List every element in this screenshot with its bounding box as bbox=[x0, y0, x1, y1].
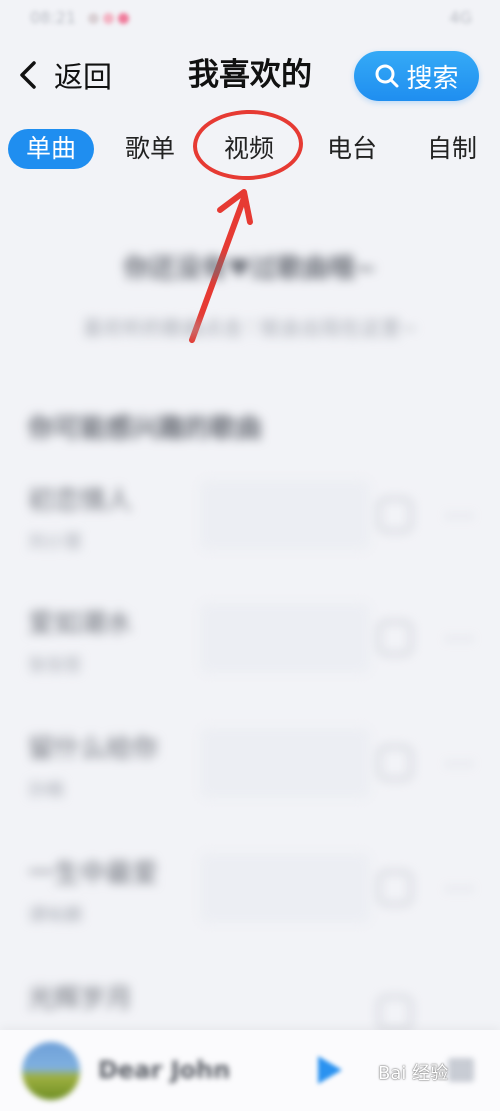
search-icon bbox=[375, 64, 399, 88]
tab-self-made[interactable]: 自制 bbox=[427, 129, 477, 169]
song-title: 初恋情人 bbox=[28, 486, 133, 516]
notification-dot-icon bbox=[103, 13, 114, 24]
watermark: Bai 经验 bbox=[378, 1052, 493, 1092]
more-icon[interactable]: ··· bbox=[445, 625, 476, 655]
song-title: 留什么给你 bbox=[28, 734, 159, 764]
song-thumbnail bbox=[200, 728, 370, 798]
search-label: 搜索 bbox=[406, 63, 459, 94]
song-thumbnail bbox=[200, 603, 370, 673]
empty-state-title: 你还没有♥过歌曲哦~ bbox=[123, 254, 377, 284]
song-artist: 张信哲 bbox=[28, 655, 82, 676]
song-title: 光辉岁月 bbox=[28, 984, 133, 1014]
add-icon[interactable] bbox=[378, 746, 412, 780]
more-icon[interactable]: ··· bbox=[445, 750, 476, 780]
search-button[interactable]: 搜索 bbox=[354, 51, 479, 101]
song-thumbnail bbox=[200, 480, 370, 550]
notification-dot-icon bbox=[118, 13, 129, 24]
song-artist: 刘小慧 bbox=[28, 532, 82, 553]
song-artist: 孙楠 bbox=[28, 780, 64, 801]
recommend-section-title: 你可能感兴趣的歌曲 bbox=[28, 414, 263, 444]
list-item[interactable]: 爱如潮水 张信哲 ··· bbox=[0, 603, 500, 713]
tab-radio[interactable]: 电台 bbox=[327, 129, 377, 169]
song-title: 爱如潮水 bbox=[28, 609, 133, 639]
play-icon[interactable] bbox=[318, 1056, 342, 1084]
song-title: 一生中最爱 bbox=[28, 859, 159, 889]
tab-singles[interactable]: 单曲 bbox=[8, 129, 94, 169]
empty-state-subtitle: 喜欢听的歌曲点击♡就会出现在这里~ bbox=[82, 316, 418, 340]
more-icon[interactable]: ··· bbox=[445, 875, 476, 905]
add-icon[interactable] bbox=[378, 621, 412, 655]
more-icon[interactable]: ··· bbox=[445, 502, 476, 532]
list-item[interactable]: 一生中最爱 谭咏麟 ··· bbox=[0, 853, 500, 963]
notification-dot-icon bbox=[88, 13, 99, 24]
watermark-text: Bai 经验 bbox=[378, 1063, 449, 1084]
song-thumbnail bbox=[200, 853, 370, 923]
add-icon[interactable] bbox=[378, 498, 412, 532]
status-signal: 4G bbox=[449, 8, 472, 27]
add-icon[interactable] bbox=[378, 996, 412, 1030]
player-song-title: Dear John bbox=[98, 1056, 231, 1084]
song-artist: 谭咏麟 bbox=[28, 905, 82, 926]
list-item[interactable]: 初恋情人 刘小慧 ··· bbox=[0, 480, 500, 590]
header: 返回 我喜欢的 搜索 bbox=[0, 45, 500, 110]
list-item[interactable]: 留什么给你 孙楠 ··· bbox=[0, 728, 500, 838]
album-cover bbox=[22, 1042, 80, 1100]
add-icon[interactable] bbox=[378, 871, 412, 905]
status-bar: 08:21 4G bbox=[0, 0, 500, 38]
status-time: 08:21 bbox=[30, 8, 77, 27]
tab-playlists[interactable]: 歌单 bbox=[125, 129, 175, 169]
